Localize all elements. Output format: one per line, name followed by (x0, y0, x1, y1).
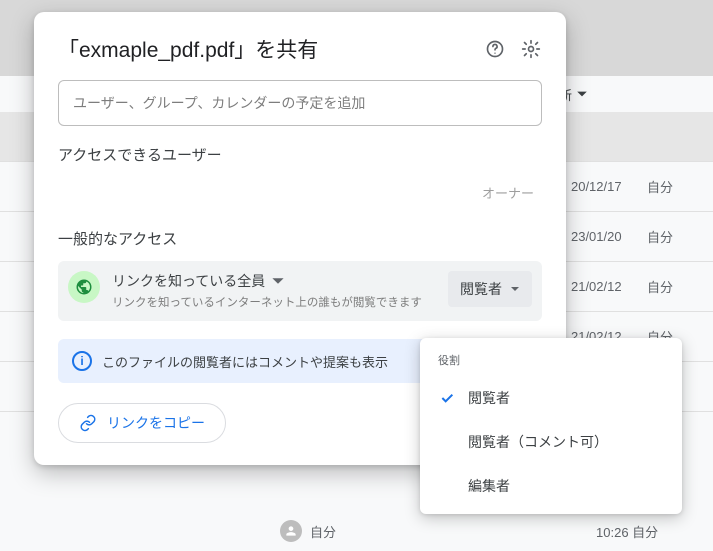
role-menu-item-label: 閲覧者（コメント可） (468, 432, 608, 452)
owner-row: オーナー (58, 177, 542, 224)
role-menu-header: 役割 (420, 348, 682, 376)
help-icon (485, 39, 505, 59)
bg-bottom-row: 自分 10:26 自分 (0, 511, 713, 551)
caret-down-icon (510, 284, 520, 294)
row-owner: 自分 (647, 177, 673, 196)
row-owner: 自分 (647, 227, 673, 246)
role-menu-item[interactable]: 閲覧者（コメント可） (420, 420, 682, 464)
row-date: 20/12/17 (571, 179, 637, 194)
gear-icon (521, 39, 541, 59)
general-access-row: リンクを知っている全員 リンクを知っているインターネット上の誰もが閲覧できます … (58, 261, 542, 321)
link-icon (79, 414, 97, 432)
link-scope-description: リンクを知っているインターネット上の誰もが閲覧できます (112, 295, 436, 311)
public-link-icon (68, 271, 100, 303)
role-menu-items: 閲覧者閲覧者（コメント可） 編集者 (420, 376, 682, 508)
role-menu-item-label: 閲覧者 (468, 388, 510, 408)
role-menu-item[interactable]: 閲覧者 (420, 376, 682, 420)
row-date: 21/02/12 (571, 279, 637, 294)
role-menu-item[interactable]: 編集者 (420, 464, 682, 508)
caret-down-icon (271, 274, 285, 288)
dialog-header: 「exmaple_pdf.pdf」を共有 (58, 34, 542, 64)
copy-link-label: リンクをコピー (107, 413, 205, 433)
bg-bottom-who: 自分 (310, 522, 336, 541)
role-menu: 役割 閲覧者閲覧者（コメント可） 編集者 (420, 338, 682, 514)
link-scope-dropdown[interactable]: リンクを知っている全員 (112, 271, 436, 291)
info-icon: i (72, 351, 92, 371)
settings-button[interactable] (520, 38, 542, 60)
add-people-input[interactable] (58, 80, 542, 126)
dialog-title: 「exmaple_pdf.pdf」を共有 (58, 34, 318, 64)
role-button-label: 閲覧者 (460, 279, 502, 299)
check-icon (438, 390, 456, 406)
bg-bottom-time: 10:26 自分 (596, 522, 658, 541)
row-owner: 自分 (647, 277, 673, 296)
role-menu-item-label: 編集者 (468, 476, 510, 496)
link-scope-label: リンクを知っている全員 (112, 271, 265, 291)
row-date: 23/01/20 (571, 229, 637, 244)
info-banner-text: このファイルの閲覧者にはコメントや提案も表示 (102, 352, 388, 371)
copy-link-button[interactable]: リンクをコピー (58, 403, 226, 443)
avatar-icon (280, 520, 302, 542)
access-section-label: アクセスできるユーザー (58, 144, 542, 165)
general-access-label: 一般的なアクセス (58, 228, 542, 249)
role-dropdown-button[interactable]: 閲覧者 (448, 271, 532, 307)
caret-down-icon (576, 88, 588, 100)
help-button[interactable] (484, 38, 506, 60)
owner-role-label: オーナー (482, 183, 534, 202)
